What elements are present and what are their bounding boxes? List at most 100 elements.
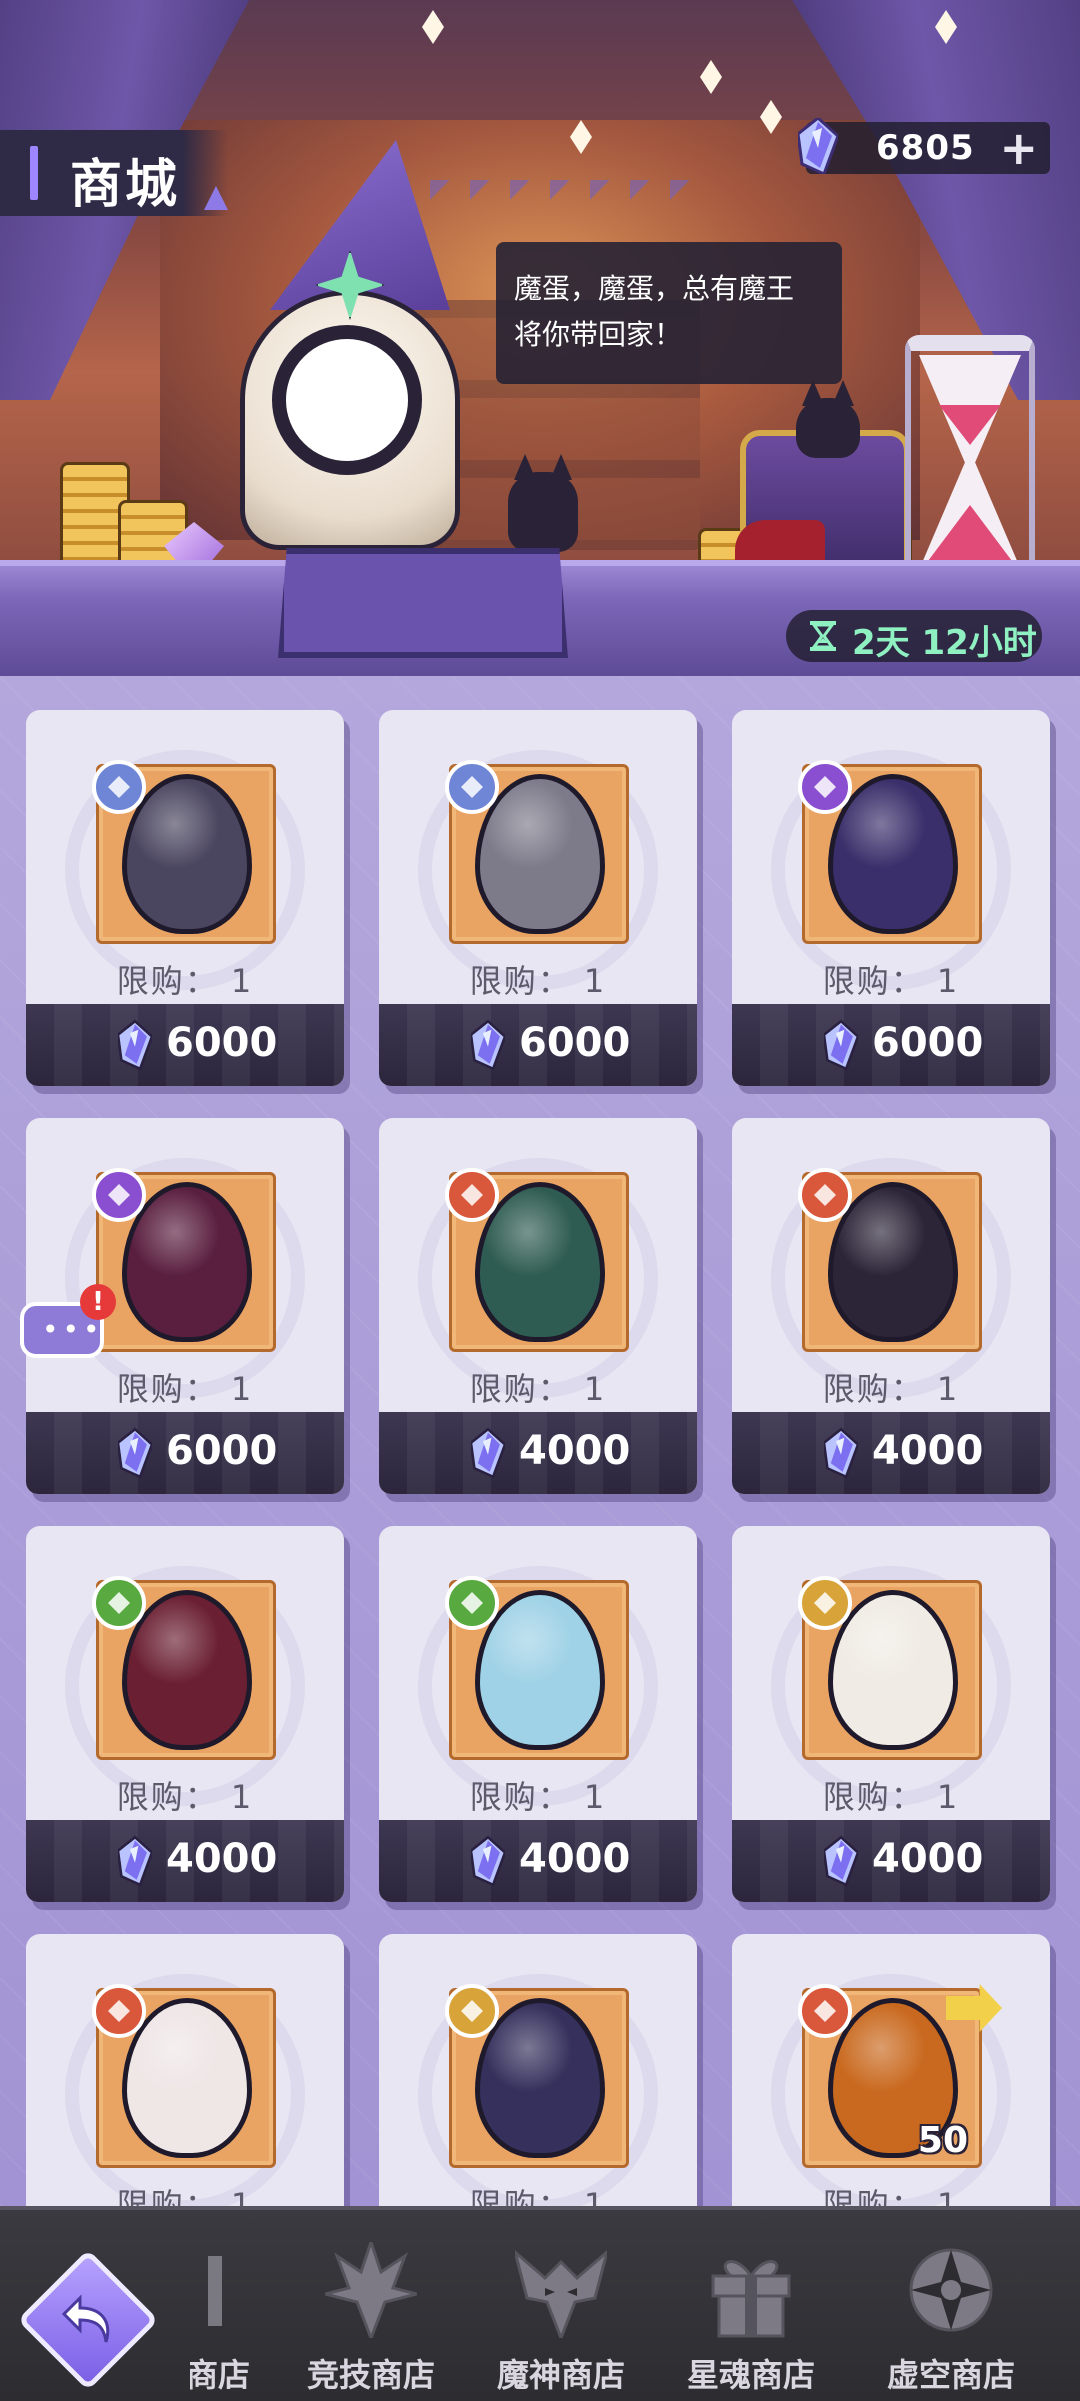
element-badge-icon [445,1576,499,1630]
crystal-icon [118,1019,152,1071]
arena-shop-icon [325,2242,417,2338]
price-bar[interactable]: 4000 [732,1820,1050,1902]
black-cat-icon [508,472,578,552]
crystal-icon [118,1835,152,1887]
shop-grid: 限购： 1 6000 限购： 1 6000 限购： 1 6000 限购： 1 6000 限购： … [0,676,1080,2206]
item-price: 4000 [519,1428,631,1474]
chat-alert-badge: ! [80,1284,116,1320]
element-badge-icon [798,1168,852,1222]
shop-item-card[interactable]: 50 限购： 1 [732,1934,1050,2206]
speech-bubble: 魔蛋，魔蛋，总有魔王 将你带回家！ [496,242,842,384]
shop-item-card[interactable]: 限购： 1 4000 [732,1526,1050,1902]
shop-screen: 商城 6805 + 魔蛋，魔蛋，总有魔王 将你带回家！ 2天 12小时 限购： … [0,0,1080,2401]
nav-tab-label: 虚空商店 [886,2356,1015,2394]
price-bar[interactable]: 6000 [26,1004,344,1086]
shop-item-card[interactable]: 限购： 1 4000 [379,1118,697,1494]
nav-tab-label: 竞技商店 [306,2356,435,2394]
purchase-limit: 限购： 1 [822,1778,960,1816]
shop-item-card[interactable]: 限购： 1 [26,1934,344,2206]
crystal-icon [824,1019,858,1071]
item-price: 6000 [166,1428,278,1474]
item-quantity: 50 [917,2120,968,2161]
sparkle-icon [700,60,722,94]
price-bar[interactable]: 4000 [26,1820,344,1902]
back-arrow-icon [61,2294,110,2343]
price-bar[interactable]: 6000 [26,1412,344,1494]
element-badge-icon [445,760,499,814]
price-bar[interactable]: 6000 [379,1004,697,1086]
item-price: 6000 [872,1020,984,1066]
bottom-nav: 商店 竞技商店 魔神商店 星魂商店 虚空商店 [0,2206,1080,2401]
nav-tab-label: 星魂商店 [686,2356,815,2394]
shop-item-card[interactable]: 限购： 1 [379,1934,697,2206]
crystal-icon [471,1427,505,1479]
item-price: 4000 [872,1428,984,1474]
shop-tab-icon [208,2256,222,2326]
price-bar[interactable]: 4000 [379,1820,697,1902]
black-cat-icon [796,398,860,458]
shop-item-card[interactable]: 限购： 1 4000 [26,1526,344,1902]
add-currency-button[interactable]: + [999,122,1038,174]
shop-item-card[interactable]: 限购： 1 4000 [732,1118,1050,1494]
purchase-limit: 限购： 1 [116,1370,254,1408]
element-badge-icon [92,1984,146,2038]
speech-text: 魔蛋，魔蛋，总有魔王 将你带回家！ [514,272,795,351]
crystal-icon [471,1835,505,1887]
item-price: 4000 [166,1836,278,1882]
back-button[interactable] [17,2249,159,2391]
element-badge-icon [798,760,852,814]
title-corner-icon [204,186,228,210]
counter-cloth [278,548,568,658]
purchase-limit: 限购： 1 [116,2186,254,2206]
element-badge-icon [92,760,146,814]
currency-display: 6805 + [798,118,1050,174]
element-badge-icon [92,1576,146,1630]
nav-tab-soul-shop[interactable]: 星魂商店 [656,2234,846,2394]
hourglass-icon [905,335,1035,590]
crystal-icon [798,118,838,174]
page-title-text: 商城 [70,155,181,215]
nav-tab-label: 魔神商店 [496,2356,625,2394]
purchase-limit: 限购： 1 [469,2186,607,2206]
demon-shop-icon [515,2250,607,2338]
sparkle-icon [422,10,444,44]
nav-tab-demon-shop[interactable]: 魔神商店 [466,2234,656,2394]
price-bar[interactable]: 4000 [379,1412,697,1494]
shop-item-card[interactable]: 限购： 1 4000 [379,1526,697,1902]
currency-amount: 6805 [876,128,975,168]
crystal-icon [118,1427,152,1479]
purchase-limit: 限购： 1 [469,1778,607,1816]
shop-item-card[interactable]: 限购： 1 6000 [732,710,1050,1086]
chat-button[interactable]: ••• ! [14,1284,116,1364]
element-badge-icon [798,1984,852,2038]
purchase-limit: 限购： 1 [116,1778,254,1816]
shop-item-card[interactable]: 限购： 1 6000 [379,710,697,1086]
purchase-limit: 限购： 1 [822,2186,960,2206]
shop-item-card[interactable]: 限购： 1 6000 [26,710,344,1086]
nav-tab-partial[interactable]: 商店 [190,2234,250,2394]
shop-banner: 商城 6805 + 魔蛋，魔蛋，总有魔王 将你带回家！ 2天 12小时 [0,0,1080,676]
item-price: 4000 [872,1836,984,1882]
item-price: 6000 [166,1020,278,1066]
element-badge-icon [92,1168,146,1222]
price-bar[interactable]: 4000 [732,1412,1050,1494]
element-badge-icon [798,1576,852,1630]
chat-dots-icon: ••• [42,1313,104,1346]
page-title: 商城 [0,130,228,216]
price-bar[interactable]: 6000 [732,1004,1050,1086]
refresh-timer: 2天 12小时 [786,610,1042,663]
nav-tab-arena-shop[interactable]: 竞技商店 [276,2234,466,2394]
purchase-limit: 限购： 1 [469,1370,607,1408]
element-badge-icon [445,1984,499,2038]
timer-hourglass-icon [810,621,836,651]
item-price: 6000 [519,1020,631,1066]
purchase-limit: 限购： 1 [469,962,607,1000]
purchase-limit: 限购： 1 [116,962,254,1000]
void-shop-icon [909,2248,993,2332]
purchase-limit: 限购： 1 [822,962,960,1000]
nav-tab-partial-label: 商店 [190,2356,250,2394]
crystal-icon [824,1835,858,1887]
nav-tab-void-shop[interactable]: 虚空商店 [846,2234,1056,2394]
shopkeeper-mascot [210,140,490,550]
element-badge-icon [445,1168,499,1222]
